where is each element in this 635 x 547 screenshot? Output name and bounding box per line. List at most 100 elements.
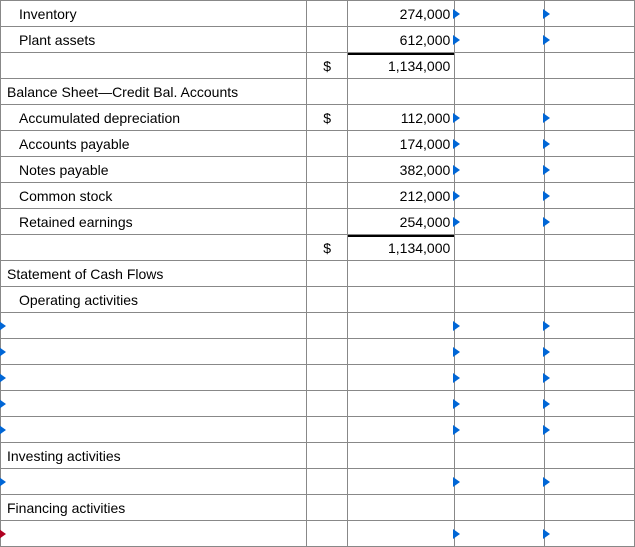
row-label: Retained earnings	[1, 209, 307, 235]
entry-cell[interactable]	[455, 339, 545, 365]
dropdown-icon[interactable]	[453, 529, 460, 539]
currency-symbol	[307, 313, 348, 339]
dropdown-icon[interactable]	[453, 165, 460, 175]
dropdown-icon[interactable]	[543, 529, 550, 539]
dropdown-icon[interactable]	[0, 373, 6, 383]
entry-cell[interactable]	[455, 391, 545, 417]
entry-cell[interactable]	[455, 27, 545, 53]
table-row	[1, 365, 635, 391]
row-label[interactable]	[1, 521, 307, 547]
entry-cell	[455, 261, 545, 287]
currency-symbol	[307, 157, 348, 183]
dropdown-icon[interactable]	[453, 399, 460, 409]
dropdown-icon[interactable]	[453, 9, 460, 19]
dropdown-icon[interactable]	[0, 425, 6, 435]
entry-cell	[455, 287, 545, 313]
row-label[interactable]	[1, 469, 307, 495]
entry-cell[interactable]	[455, 131, 545, 157]
dropdown-icon[interactable]	[453, 191, 460, 201]
dropdown-icon[interactable]	[543, 425, 550, 435]
amount-cell	[348, 313, 455, 339]
amount-cell	[348, 443, 455, 469]
dropdown-icon[interactable]	[543, 139, 550, 149]
row-label[interactable]	[1, 313, 307, 339]
entry-cell[interactable]	[545, 521, 635, 547]
amount-cell	[348, 417, 455, 443]
row-label: Accumulated depreciation	[1, 105, 307, 131]
entry-cell	[455, 495, 545, 521]
dropdown-icon[interactable]	[543, 113, 550, 123]
row-label[interactable]	[1, 339, 307, 365]
entry-cell[interactable]	[455, 183, 545, 209]
entry-cell[interactable]	[545, 417, 635, 443]
entry-cell[interactable]	[455, 469, 545, 495]
amount-cell	[348, 287, 455, 313]
dropdown-icon[interactable]	[543, 399, 550, 409]
entry-cell	[545, 261, 635, 287]
entry-cell[interactable]	[545, 27, 635, 53]
dropdown-icon[interactable]	[453, 321, 460, 331]
dropdown-icon[interactable]	[453, 347, 460, 357]
entry-cell[interactable]	[545, 339, 635, 365]
dropdown-icon[interactable]	[453, 217, 460, 227]
dropdown-icon[interactable]	[543, 217, 550, 227]
dropdown-icon[interactable]	[453, 373, 460, 383]
amount-cell: 1,134,000	[348, 53, 455, 79]
entry-cell[interactable]	[545, 209, 635, 235]
entry-cell[interactable]	[545, 313, 635, 339]
amount-cell: 254,000	[348, 209, 455, 235]
row-label[interactable]	[1, 391, 307, 417]
dropdown-icon[interactable]	[0, 321, 6, 331]
entry-cell[interactable]	[545, 365, 635, 391]
entry-cell[interactable]	[455, 209, 545, 235]
row-label: Common stock	[1, 183, 307, 209]
entry-cell[interactable]	[455, 417, 545, 443]
table-row: $1,134,000	[1, 53, 635, 79]
currency-symbol	[307, 287, 348, 313]
amount-cell	[348, 261, 455, 287]
entry-cell[interactable]	[455, 1, 545, 27]
dropdown-icon[interactable]	[0, 477, 6, 487]
entry-cell[interactable]	[545, 157, 635, 183]
dropdown-icon[interactable]	[543, 373, 550, 383]
dropdown-icon[interactable]	[543, 191, 550, 201]
dropdown-icon[interactable]	[0, 347, 6, 357]
currency-symbol	[307, 443, 348, 469]
entry-cell[interactable]	[455, 521, 545, 547]
entry-cell[interactable]	[455, 157, 545, 183]
entry-cell[interactable]	[545, 1, 635, 27]
entry-cell[interactable]	[545, 131, 635, 157]
currency-symbol	[307, 27, 348, 53]
table-row: Plant assets612,000	[1, 27, 635, 53]
dropdown-icon[interactable]	[0, 529, 6, 539]
amount-cell	[348, 339, 455, 365]
dropdown-icon[interactable]	[0, 399, 6, 409]
amount-cell: 1,134,000	[348, 235, 455, 261]
entry-cell[interactable]	[455, 105, 545, 131]
entry-cell	[545, 79, 635, 105]
entry-cell[interactable]	[545, 469, 635, 495]
dropdown-icon[interactable]	[543, 477, 550, 487]
entry-cell[interactable]	[545, 105, 635, 131]
dropdown-icon[interactable]	[453, 425, 460, 435]
entry-cell[interactable]	[455, 365, 545, 391]
row-label[interactable]	[1, 365, 307, 391]
amount-cell: 612,000	[348, 27, 455, 53]
entry-cell[interactable]	[545, 183, 635, 209]
dropdown-icon[interactable]	[543, 321, 550, 331]
currency-symbol	[307, 1, 348, 27]
dropdown-icon[interactable]	[453, 139, 460, 149]
dropdown-icon[interactable]	[453, 113, 460, 123]
dropdown-icon[interactable]	[543, 347, 550, 357]
entry-cell[interactable]	[455, 313, 545, 339]
row-label	[1, 53, 307, 79]
dropdown-icon[interactable]	[453, 35, 460, 45]
dropdown-icon[interactable]	[543, 9, 550, 19]
dropdown-icon[interactable]	[543, 165, 550, 175]
dropdown-icon[interactable]	[543, 35, 550, 45]
dropdown-icon[interactable]	[453, 477, 460, 487]
entry-cell[interactable]	[545, 391, 635, 417]
entry-cell	[455, 79, 545, 105]
row-label[interactable]	[1, 417, 307, 443]
table-row: Operating activities	[1, 287, 635, 313]
